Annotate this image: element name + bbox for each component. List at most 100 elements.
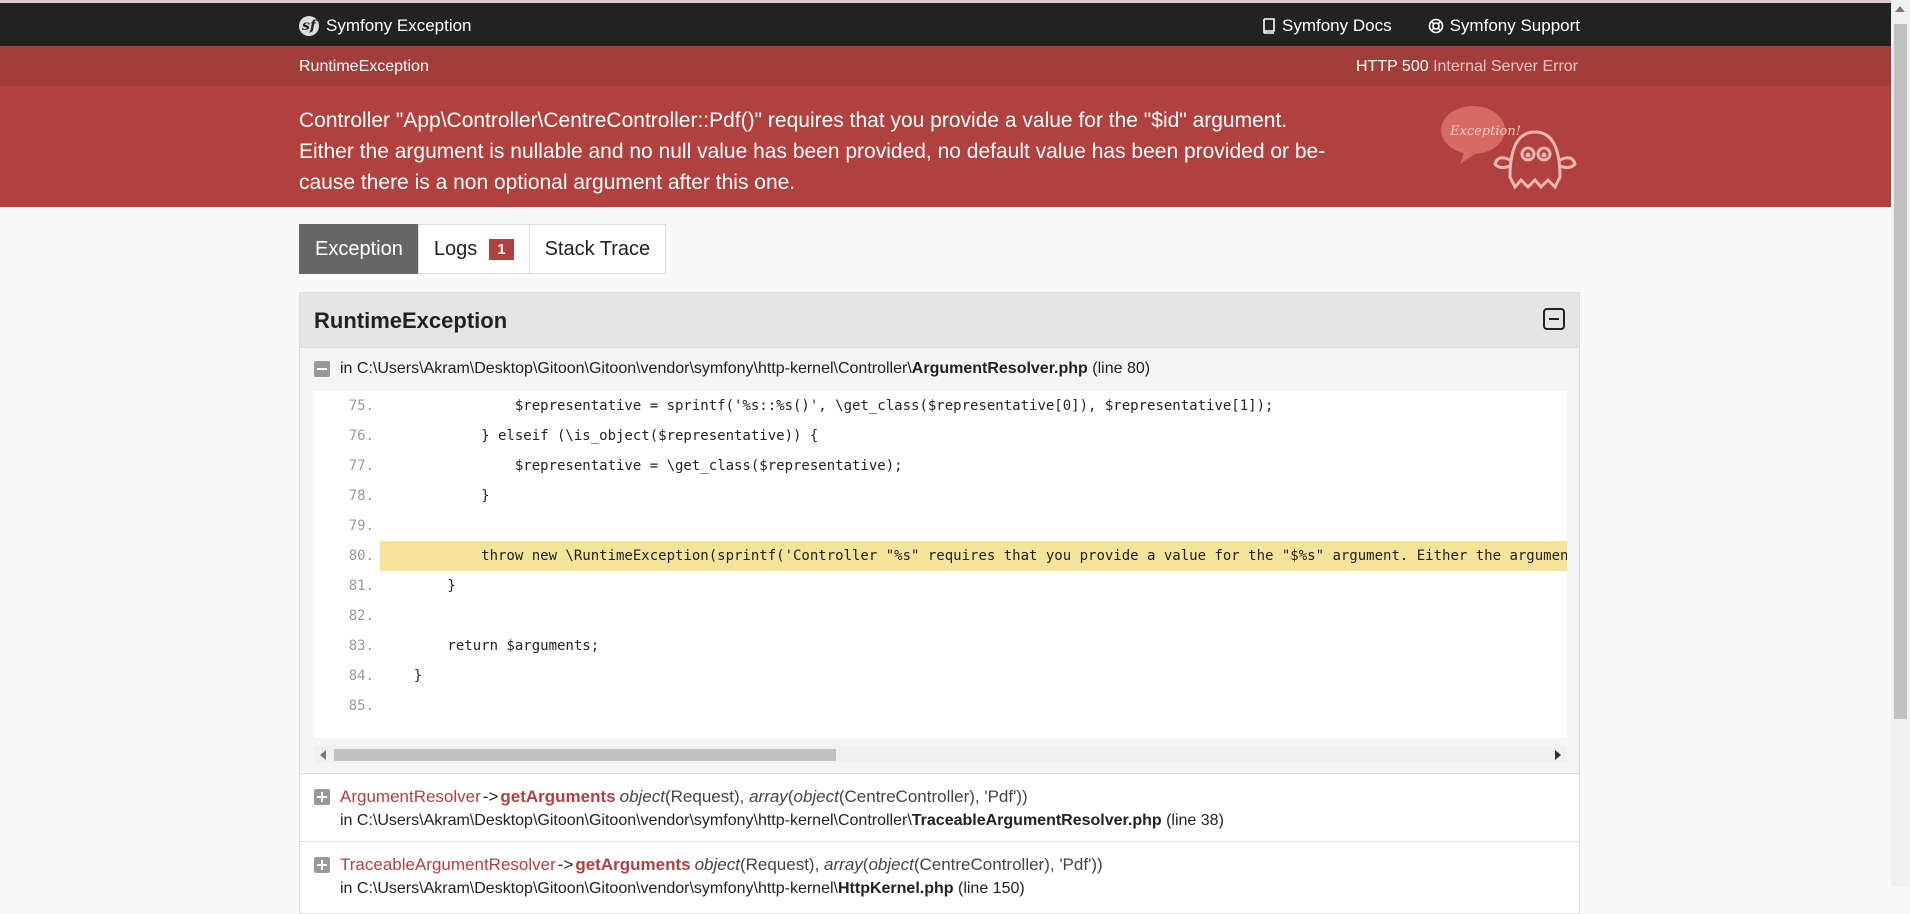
code-line: 84. } — [314, 661, 1567, 691]
trace-location: in C:\Users\Akram\Desktop\Gitoon\Gitoon\… — [340, 812, 1224, 830]
scroll-left-icon[interactable] — [320, 750, 326, 760]
trace-path: in C:\Users\Akram\Desktop\Gitoon\Gitoon\… — [340, 880, 838, 897]
code-line: 76. } elseif (\is_object($representative… — [314, 421, 1567, 451]
exception-class: RuntimeException — [299, 58, 429, 75]
line-number: 77. — [348, 458, 374, 474]
expand-frame-icon[interactable] — [314, 789, 330, 805]
line-number: 75. — [348, 398, 374, 414]
status-text: Internal Server Error — [1433, 58, 1578, 75]
tab-exception[interactable]: Exception — [299, 224, 419, 274]
arg-type: object — [793, 787, 839, 806]
collapse-frame-icon[interactable] — [314, 361, 330, 377]
mascot-label: Exception! — [1449, 124, 1521, 139]
line-source: return $arguments; — [380, 638, 600, 654]
scroll-right-icon[interactable] — [1555, 750, 1561, 760]
brand[interactable]: sf Symfony Exception — [299, 16, 472, 36]
page-vertical-scrollbar[interactable] — [1891, 0, 1910, 886]
line-source: throw new \RuntimeException(sprintf('Con… — [380, 541, 1567, 571]
expand-frame-icon[interactable] — [314, 857, 330, 873]
trace-call: TraceableArgumentResolver -> getArguments o… — [314, 855, 1103, 875]
line-source: } elseif (\is_object($representative)) { — [380, 428, 819, 444]
code-excerpt: 75. $representative = sprintf('%s::%s()'… — [314, 391, 1567, 738]
trace-file: TraceableArgumentResolver.php — [911, 812, 1162, 829]
line-source: $representative = sprintf('%s::%s()', \g… — [380, 398, 1274, 414]
code-line: 82. — [314, 601, 1567, 631]
symfony-docs-link[interactable]: Symfony Docs — [1262, 16, 1392, 36]
docs-label: Symfony Docs — [1282, 16, 1392, 35]
line-source: } — [380, 488, 490, 504]
trace-line: (line 150) — [957, 880, 1025, 897]
code-line: 80. throw new \RuntimeException(sprintf(… — [314, 541, 1567, 571]
arg-type: object — [619, 787, 665, 806]
code-horizontal-scrollbar[interactable] — [314, 746, 1567, 763]
code-line: 83. return $arguments; — [314, 631, 1567, 661]
line-number: 80. — [348, 548, 374, 564]
trace-frame: ArgumentResolver -> getArguments object(Req… — [300, 773, 1579, 841]
line-source — [380, 511, 1567, 541]
code-line: 79. — [314, 511, 1567, 541]
top-navbar: sf Symfony Exception Symfony Docs Symfon… — [0, 3, 1910, 46]
trace-main-frame: in C:\Users\Akram\Desktop\Gitoon\Gitoon\… — [300, 348, 1579, 773]
arg-value: (Request), — [664, 787, 750, 806]
line-source: } — [380, 668, 423, 684]
status-code: HTTP 500 — [1355, 58, 1429, 75]
exception-summary-bar: RuntimeException HTTP 500 Internal Serve… — [0, 46, 1910, 86]
arg-value: (CentreController), 'Pdf')) — [913, 855, 1103, 874]
trace-location: in C:\Users\Akram\Desktop\Gitoon\Gitoon\… — [340, 880, 1025, 898]
message-line: Either the argument is nullable and no n… — [299, 140, 1326, 163]
trace-args: object(Request), array(object(CentreCont… — [620, 787, 1028, 807]
message-line: cause there is a non optional argument a… — [299, 171, 796, 194]
exception-header: RuntimeException HTTP 500 Internal Serve… — [0, 46, 1910, 207]
trace-path: in C:\Users\Akram\Desktop\Gitoon\Gitoon\… — [340, 812, 912, 829]
code-line: 85. — [314, 691, 1567, 721]
line-source — [380, 691, 1567, 721]
code-line: 81. } — [314, 571, 1567, 601]
lifebuoy-icon — [1428, 18, 1443, 34]
trace-line: (line 38) — [1166, 812, 1224, 829]
line-source: $representative = \get_class($representa… — [380, 458, 903, 474]
arg-value: (Request), — [739, 855, 825, 874]
trace-class: ArgumentResolver — [340, 787, 481, 806]
tab-logs[interactable]: Logs 1 — [417, 224, 530, 274]
arg-type: array — [824, 855, 863, 874]
tab-label: Exception — [315, 237, 403, 260]
http-status: HTTP 500 Internal Server Error — [1356, 58, 1578, 76]
exception-message: Controller "App\Controller\CentreControl… — [299, 105, 1414, 198]
trace-class: TraceableArgumentResolver — [340, 855, 556, 874]
line-number: 78. — [348, 488, 374, 504]
arg-type: object — [694, 855, 740, 874]
arg-type: object — [868, 855, 914, 874]
line-source — [380, 601, 1567, 631]
collapse-toggle-icon[interactable] — [1543, 308, 1565, 330]
scrollbar-thumb[interactable] — [334, 749, 836, 761]
scroll-up-icon[interactable] — [1895, 6, 1905, 12]
book-icon — [1263, 18, 1275, 34]
file-line-number: (line 80) — [1092, 360, 1151, 377]
trace-method: getArguments — [500, 787, 616, 806]
trace-arrow: -> — [557, 855, 574, 874]
line-number: 82. — [348, 608, 374, 624]
code-line: 77. $representative = \get_class($repres… — [314, 451, 1567, 481]
message-line: Controller "App\Controller\CentreControl… — [299, 109, 1288, 132]
brand-label: Symfony Exception — [326, 16, 472, 35]
tab-stack-trace[interactable]: Stack Trace — [528, 224, 667, 274]
file-name: ArgumentResolver.php — [911, 360, 1088, 377]
trace-call: ArgumentResolver -> getArguments object(Req… — [314, 787, 1028, 807]
page-scrollbar-thumb[interactable] — [1894, 24, 1907, 719]
trace-frame: TraceableArgumentResolver -> getArguments o… — [300, 841, 1579, 909]
trace-file: HttpKernel.php — [837, 880, 954, 897]
symfony-logo-icon: sf — [299, 16, 319, 36]
line-number: 79. — [348, 518, 374, 534]
symfony-support-link[interactable]: Symfony Support — [1428, 16, 1580, 36]
line-number: 85. — [348, 698, 374, 714]
exception-ghost-mascot-icon: Exception! — [1441, 106, 1577, 190]
file-path: in C:\Users\Akram\Desktop\Gitoon\Gitoon\… — [340, 360, 912, 377]
line-number: 83. — [348, 638, 374, 654]
line-number: 76. — [348, 428, 374, 444]
trace-list: ArgumentResolver -> getArguments object(Req… — [300, 773, 1579, 909]
top-links: Symfony Docs Symfony Support — [1226, 16, 1580, 36]
line-number: 84. — [348, 668, 374, 684]
trace-arrow: -> — [482, 787, 499, 806]
exception-panel: RuntimeException in C:\Users\Akram\Deskt… — [299, 292, 1580, 914]
panel-title: RuntimeException — [314, 308, 508, 333]
